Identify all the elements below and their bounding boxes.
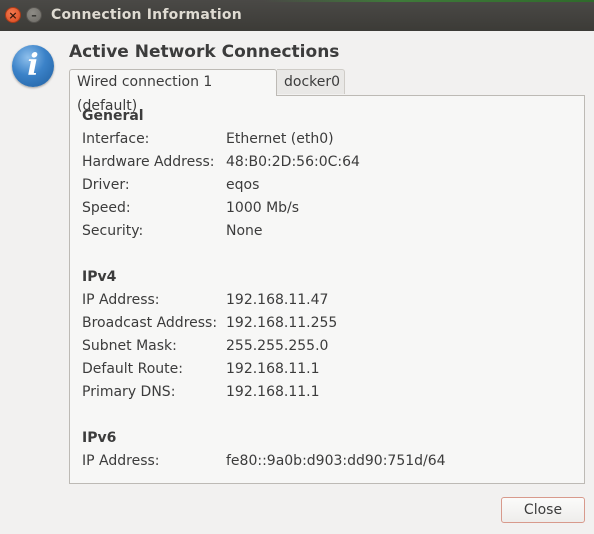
security-value: None — [226, 223, 263, 239]
driver-label: Driver: — [82, 177, 130, 193]
section-general-title: General — [82, 108, 144, 124]
primary-dns-value: 192.168.11.1 — [226, 384, 320, 400]
subnet-mask-label: Subnet Mask: — [82, 338, 177, 354]
subnet-mask-value: 255.255.255.0 — [226, 338, 329, 354]
hardware-address-value: 48:B0:2D:56:0C:64 — [226, 154, 360, 170]
section-ipv4-title: IPv4 — [82, 269, 117, 285]
tab-docker0[interactable]: docker0 — [277, 69, 345, 94]
interface-label: Interface: — [82, 131, 150, 147]
hardware-address-label: Hardware Address: — [82, 154, 215, 170]
window-close-icon[interactable]: × — [5, 7, 21, 23]
driver-value: eqos — [226, 177, 260, 193]
speed-label: Speed: — [82, 200, 131, 216]
ipv4-ip-address-label: IP Address: — [82, 292, 160, 308]
primary-dns-label: Primary DNS: — [82, 384, 176, 400]
close-button[interactable]: Close — [501, 497, 585, 523]
window-title: Connection Information — [51, 7, 242, 23]
default-route-value: 192.168.11.1 — [226, 361, 320, 377]
tab-wired-connection-1[interactable]: Wired connection 1 (default) — [69, 69, 277, 114]
ipv6-ip-address-value: fe80::9a0b:d903:dd90:751d/64 — [226, 453, 446, 469]
window-minimize-icon[interactable]: – — [26, 7, 42, 23]
default-route-label: Default Route: — [82, 361, 183, 377]
section-ipv6-title: IPv6 — [82, 430, 117, 446]
desktop-background-strip — [264, 0, 594, 2]
ipv6-ip-address-label: IP Address: — [82, 453, 160, 469]
title-bar: × – Connection Information — [0, 0, 594, 31]
info-icon: i — [12, 45, 54, 87]
speed-value: 1000 Mb/s — [226, 200, 300, 216]
broadcast-address-value: 192.168.11.255 — [226, 315, 338, 331]
ipv4-ip-address-value: 192.168.11.47 — [226, 292, 329, 308]
interface-value: Ethernet (eth0) — [226, 131, 334, 147]
broadcast-address-label: Broadcast Address: — [82, 315, 218, 331]
connection-info-window: × – Connection Information i Active Netw… — [0, 0, 594, 534]
dialog-heading: Active Network Connections — [69, 42, 340, 62]
security-label: Security: — [82, 223, 144, 239]
